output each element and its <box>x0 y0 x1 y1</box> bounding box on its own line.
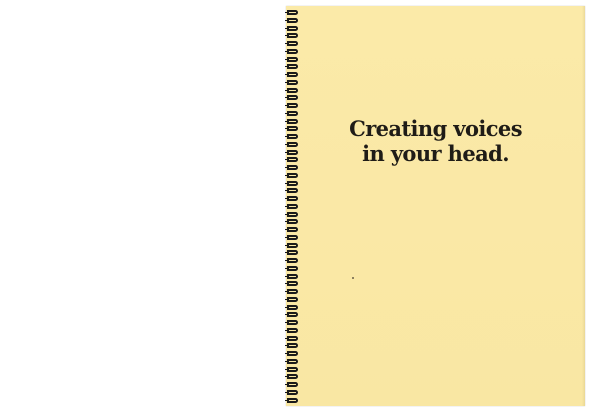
spiral-coil <box>285 211 298 217</box>
spiral-coil <box>285 188 298 194</box>
spiral-coil <box>285 234 298 240</box>
spiral-coil <box>285 172 298 178</box>
spiral-coil <box>285 72 298 77</box>
spiral-coil <box>285 33 298 39</box>
spiral-coil <box>285 56 298 62</box>
spiral-coil <box>285 25 298 31</box>
spiral-coil <box>285 273 298 279</box>
spiral-coil <box>285 320 298 325</box>
spiral-coil <box>285 196 298 201</box>
spiral-coil <box>285 358 298 364</box>
spiral-binding <box>285 8 300 404</box>
spiral-coil <box>285 382 298 387</box>
spiral-coil <box>285 366 298 372</box>
spiral-coil <box>285 118 298 124</box>
spiral-coil <box>285 374 298 380</box>
spiral-coil <box>285 389 298 395</box>
spiral-coil <box>285 64 298 70</box>
spiral-coil <box>285 180 298 186</box>
cover-title: Creating voices in your head. <box>286 116 585 166</box>
spiral-coil <box>285 157 298 163</box>
spiral-coil <box>285 289 298 294</box>
spiral-coil <box>285 95 298 101</box>
spiral-coil <box>285 265 298 271</box>
spiral-coil <box>285 165 298 170</box>
spiral-coil <box>285 281 298 287</box>
cover-edge-shadow <box>582 6 585 406</box>
spiral-coil <box>285 41 298 46</box>
spiral-coil <box>285 134 298 139</box>
spiral-coil <box>285 242 298 248</box>
spiral-coil <box>285 203 298 209</box>
spiral-coil <box>285 219 298 225</box>
cover-title-line-2: in your head. <box>362 141 509 166</box>
spiral-coil <box>285 327 298 333</box>
spiral-coil <box>285 312 298 318</box>
spiral-coil <box>285 141 298 147</box>
spiral-coil <box>285 87 298 93</box>
spiral-coil <box>285 149 298 155</box>
spiral-coil <box>285 48 298 54</box>
cover-speck <box>352 277 354 279</box>
cover-title-line-1: Creating voices <box>349 116 522 141</box>
spiral-coil <box>285 103 298 108</box>
spiral-coil <box>285 304 298 310</box>
scene: Creating voices in your head. <box>0 0 591 413</box>
spiral-coil <box>285 10 298 15</box>
spiral-coil <box>285 126 298 132</box>
spiral-coil <box>285 110 298 116</box>
spiral-coil <box>285 351 298 356</box>
spiral-coil <box>285 258 298 263</box>
spiral-coil <box>285 335 298 341</box>
notebook-cover: Creating voices in your head. <box>286 6 585 406</box>
spiral-coil <box>285 250 298 256</box>
spiral-coil <box>285 79 298 85</box>
spiral-coil <box>285 296 298 302</box>
spiral-coil <box>285 397 298 403</box>
spiral-coil <box>285 17 298 23</box>
spiral-coil <box>285 227 298 232</box>
spiral-coil <box>285 343 298 349</box>
